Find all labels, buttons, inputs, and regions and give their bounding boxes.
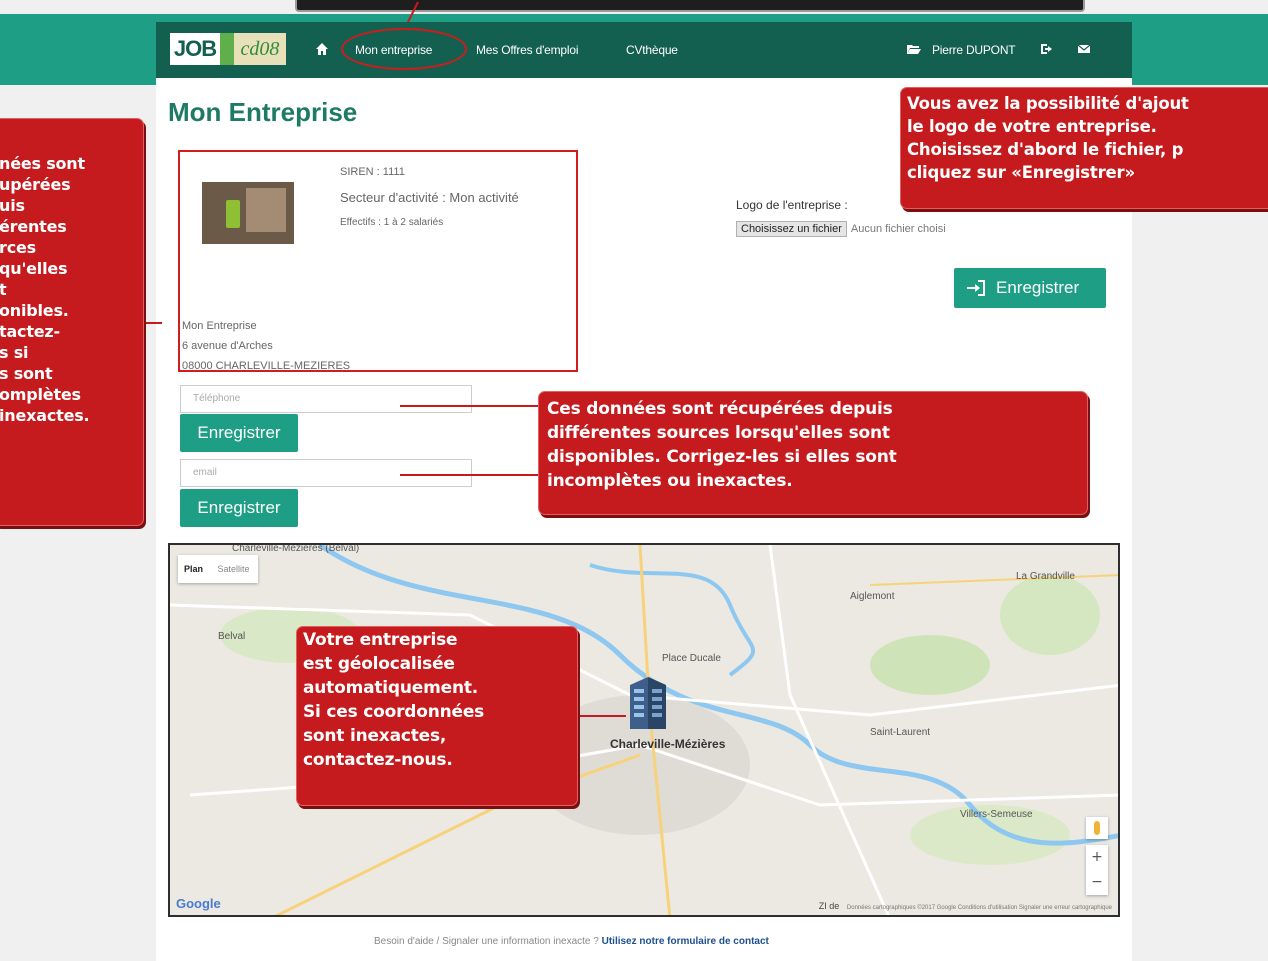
save-email-button[interactable]: Enregistrer [180, 489, 298, 527]
map-satellite-option[interactable]: Satellite [212, 555, 256, 583]
user-name[interactable]: Pierre DUPONT [932, 42, 1016, 58]
company-sector: Secteur d'activité : Mon activité [340, 190, 519, 205]
nav-cvtheque[interactable]: CVthèque [626, 42, 678, 58]
save-logo-label: Enregistrer [996, 278, 1080, 297]
company-name: Mon Entreprise [182, 320, 257, 332]
logo-figure-icon [220, 33, 234, 65]
logo-job: JOB [170, 33, 220, 65]
city-label: Charleville-Mézières [610, 737, 726, 751]
logout-icon[interactable] [1039, 41, 1055, 57]
callout-connector [144, 322, 162, 324]
save-phone-button[interactable]: Enregistrer [180, 414, 298, 452]
map-label: Belval [218, 631, 246, 642]
choose-file-button[interactable]: Choisissez un fichier [736, 221, 847, 237]
callout-connector [578, 715, 626, 717]
file-status: Aucun fichier choisi [850, 223, 946, 235]
map-label: Villers-Semeuse [960, 809, 1033, 820]
map-label: Saint-Laurent [870, 727, 931, 738]
nav-mon-entreprise[interactable]: Mon entreprise [355, 42, 432, 58]
map-label: Charleville-Mézières (Belval) [232, 543, 360, 554]
save-logo-button[interactable]: Enregistrer [954, 268, 1106, 308]
mail-icon[interactable] [1076, 41, 1092, 57]
email-input[interactable]: email [180, 459, 472, 487]
company-location-marker-icon[interactable] [626, 675, 670, 731]
map-label: La Grandville [1016, 571, 1075, 582]
street-view-icon[interactable] [1086, 817, 1108, 839]
help-text: Besoin d'aide / Signaler une information… [374, 936, 769, 947]
map-zone-label: ZI de [818, 901, 840, 911]
main-content: Mon Entreprise SIREN : 1111 Secteur d'ac… [156, 78, 1132, 961]
file-picker: Choisissez un fichier Aucun fichier choi… [736, 219, 946, 239]
folder-open-icon[interactable] [906, 41, 922, 57]
zoom-in-button[interactable]: + [1086, 845, 1108, 870]
company-street: 6 avenue d'Arches [182, 340, 273, 352]
callout-logo-upload: Vous avez la possibilité d'ajout le logo… [900, 87, 1268, 209]
phone-input[interactable]: Téléphone [180, 385, 472, 413]
map-credits-text[interactable]: Données cartographiques ©2017 Google Con… [847, 905, 1112, 911]
map-credits: ZI de Données cartographiques ©2017 Goog… [819, 901, 1112, 911]
photo-lamp [226, 200, 240, 228]
help-prompt: Besoin d'aide / Signaler une information… [374, 936, 602, 947]
sign-in-icon [967, 280, 985, 296]
navbar: JOB cd08 Mon entreprise Mes Offres d'emp… [156, 22, 1132, 78]
site-logo[interactable]: JOB cd08 [170, 33, 286, 65]
callout-connector [400, 474, 540, 476]
callout-connector [400, 405, 540, 407]
home-icon[interactable] [314, 41, 330, 57]
callout-data-sources: Ces données sont récupérées depuis diffé… [538, 391, 1088, 515]
photo-window [246, 188, 286, 232]
callout-geolocation: Votre entreprise est géolocalisée automa… [296, 626, 578, 806]
zoom-control[interactable]: + − [1086, 845, 1108, 895]
nav-mes-offres[interactable]: Mes Offres d'emploi [476, 42, 579, 58]
zoom-out-button[interactable]: − [1086, 870, 1108, 895]
map-type-toggle[interactable]: Plan Satellite [178, 555, 258, 583]
page-title: Mon Entreprise [168, 97, 358, 127]
google-logo[interactable]: Google [176, 896, 221, 911]
company-city: 08000 CHARLEVILLE-MEZIERES [182, 360, 351, 372]
logo-cd08: cd08 [234, 33, 286, 65]
company-staff: Effectifs : 1 à 2 salariés [340, 217, 444, 228]
logo-upload-label: Logo de l'entreprise : [736, 198, 848, 212]
map-label: Place Ducale [662, 653, 721, 664]
map-label: Aiglemont [850, 591, 895, 602]
map-plan-option[interactable]: Plan [178, 555, 209, 583]
company-photo [202, 182, 294, 244]
callout-data-sources-left: nées sont upérées uis érentes rces qu'el… [0, 118, 144, 526]
company-siren: SIREN : 1111 [340, 166, 405, 178]
contact-form-link[interactable]: Utilisez notre formulaire de contact [602, 936, 769, 947]
